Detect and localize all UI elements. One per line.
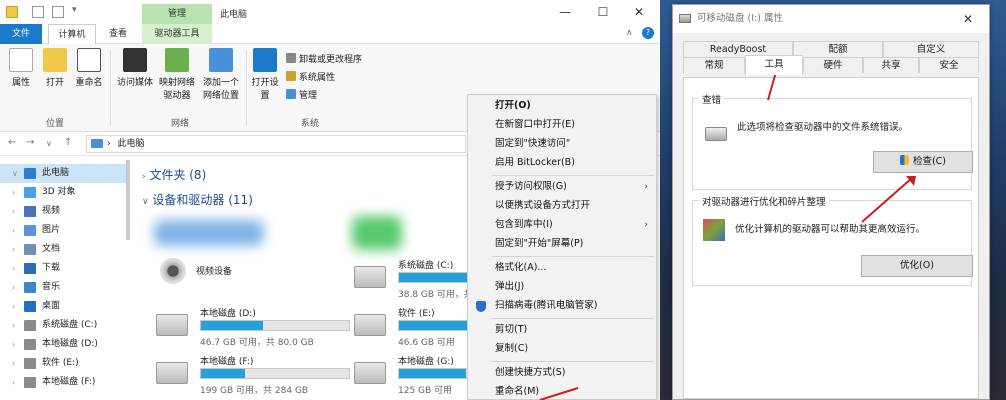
annotation-arrows [539, 62, 916, 400]
arrow-to-properties [539, 387, 579, 400]
arrow-to-check-button [861, 177, 913, 223]
arrow-to-tools-tab [767, 71, 777, 101]
tab-tools[interactable]: 工具 [745, 55, 803, 75]
